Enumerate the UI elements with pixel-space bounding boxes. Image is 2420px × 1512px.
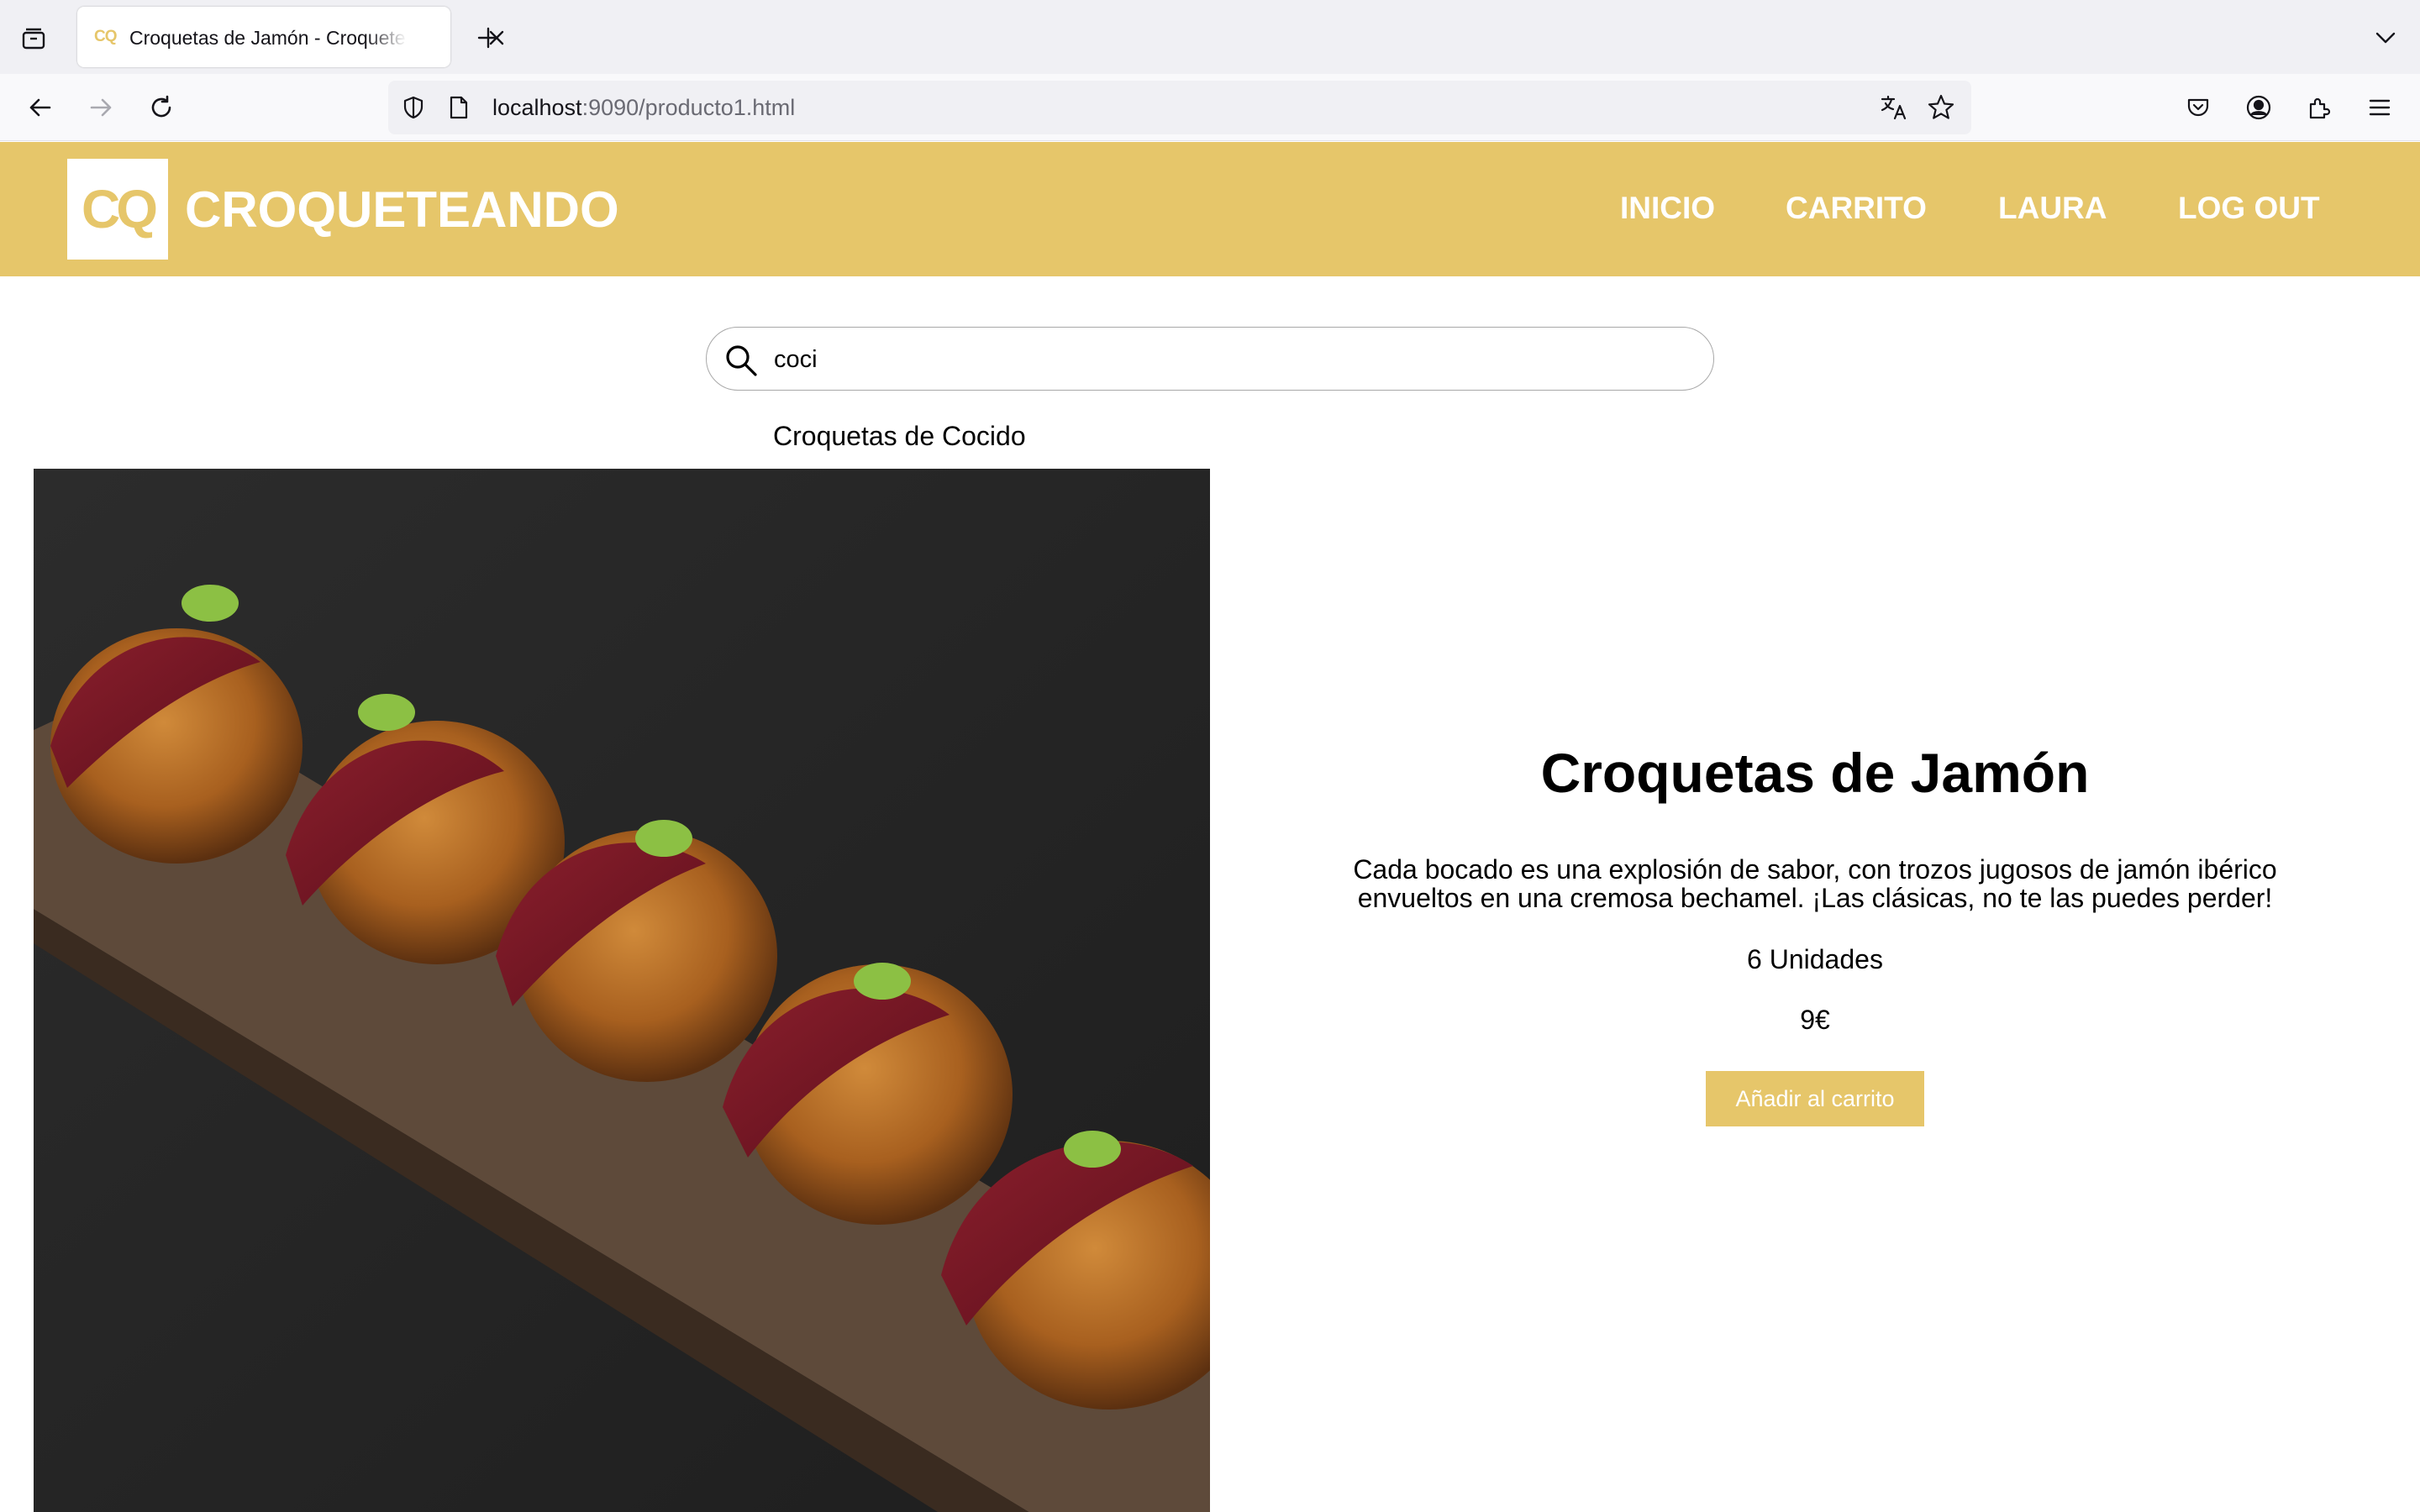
account-icon[interactable]: [2240, 89, 2277, 126]
forward-arrow-icon[interactable]: [82, 89, 119, 126]
search-icon: [726, 345, 757, 376]
logo-letters: CQ: [82, 179, 158, 239]
bookmark-star-icon[interactable]: [1926, 92, 1956, 123]
product-price: 9€: [1800, 1005, 1830, 1035]
url-path: :9090/producto1.html: [581, 95, 796, 120]
nav-link-logout[interactable]: LOG OUT: [2178, 189, 2320, 228]
search-input[interactable]: [774, 339, 1681, 380]
menu-icon[interactable]: [2361, 89, 2398, 126]
extensions-icon[interactable]: [2301, 89, 2338, 126]
url-bar[interactable]: localhost:9090/producto1.html: [388, 81, 1971, 134]
product-description: Cada bocado es una explosión de sabor, c…: [1353, 854, 2277, 913]
nav-link-carrito[interactable]: CARRITO: [1786, 189, 1927, 228]
translate-icon[interactable]: [1879, 92, 1909, 123]
tab-title: Croquetas de Jamón - Croqueteando: [129, 27, 407, 49]
add-to-cart-button[interactable]: Añadir al carrito: [1706, 1071, 1924, 1126]
pocket-icon[interactable]: [2180, 89, 2217, 126]
page-icon[interactable]: [444, 92, 474, 123]
search-box[interactable]: [706, 327, 1714, 391]
site-brand-name[interactable]: CROQUETEANDO: [185, 181, 619, 239]
browser-nav-bar: localhost:9090/producto1.html: [0, 74, 2420, 141]
nav-link-user[interactable]: LAURA: [1998, 189, 2107, 228]
shield-icon[interactable]: [398, 92, 429, 123]
back-arrow-icon[interactable]: [22, 89, 59, 126]
url-host: localhost: [492, 95, 582, 120]
chevron-down-icon[interactable]: [2368, 20, 2403, 55]
site-logo[interactable]: CQ: [67, 159, 168, 260]
site-favicon-icon: CQ: [94, 28, 118, 45]
site-header: CQ CROQUETEANDO INICIO CARRITO LAURA LOG…: [0, 142, 2420, 276]
url-text[interactable]: localhost:9090/producto1.html: [492, 94, 795, 121]
browser-tab-active[interactable]: CQ Croquetas de Jamón - Croqueteando: [77, 7, 504, 67]
browser-tab-bar: CQ Croquetas de Jamón - Croqueteando: [0, 0, 2420, 74]
reload-icon[interactable]: [143, 89, 180, 126]
tab-overview-icon[interactable]: [15, 20, 52, 57]
product-title: Croquetas de Jamón: [1540, 742, 2090, 804]
new-tab-icon[interactable]: [471, 20, 506, 55]
nav-link-inicio[interactable]: INICIO: [1620, 189, 1715, 228]
product-image: [34, 469, 1210, 1512]
search-suggestion[interactable]: Croquetas de Cocido: [773, 418, 1026, 454]
product-units: 6 Unidades: [1747, 944, 1883, 974]
product-info: Croquetas de Jamón Cada bocado es una ex…: [1210, 469, 2420, 1512]
